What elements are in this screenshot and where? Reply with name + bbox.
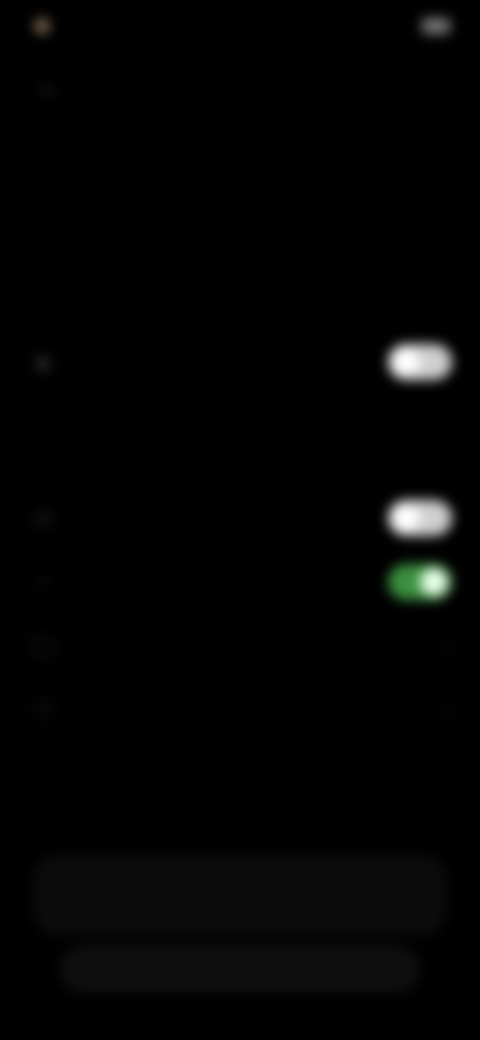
primary-action-button[interactable] bbox=[34, 855, 446, 935]
secondary-action-button[interactable] bbox=[60, 945, 420, 993]
main-toggle-row[interactable]: ◉ bbox=[28, 336, 452, 388]
list-item-bell[interactable]: ○ bbox=[28, 556, 452, 608]
toggle-knob bbox=[420, 568, 448, 596]
battery-icon bbox=[422, 18, 450, 34]
toggle-knob bbox=[392, 348, 420, 376]
back-arrow-icon[interactable]: ← bbox=[30, 71, 66, 101]
list-item-eye[interactable]: ◎ bbox=[28, 492, 452, 544]
chevron-right-icon: › bbox=[444, 694, 452, 721]
notification-dot-icon bbox=[34, 18, 50, 34]
status-right bbox=[414, 18, 450, 34]
status-bar bbox=[0, 0, 480, 60]
info-icon: ⓘ bbox=[31, 697, 54, 722]
bell-icon: ○ bbox=[36, 569, 50, 594]
list-item-clock[interactable]: ◯ › bbox=[28, 620, 452, 672]
list-item-toggle-on[interactable] bbox=[388, 564, 452, 600]
screen: ← ◉ ◎ ○ ◯ › ⓘ › bbox=[0, 0, 480, 1040]
toggle-knob bbox=[392, 504, 420, 532]
person-icon: ◉ bbox=[33, 349, 53, 374]
list-item-info[interactable]: ⓘ › bbox=[28, 682, 452, 734]
list-item-toggle[interactable] bbox=[388, 500, 452, 536]
chevron-right-icon: › bbox=[444, 632, 452, 659]
clock-icon: ◯ bbox=[30, 633, 56, 658]
main-toggle-switch[interactable] bbox=[388, 344, 452, 380]
status-left bbox=[34, 18, 60, 34]
eye-icon: ◎ bbox=[33, 505, 53, 530]
